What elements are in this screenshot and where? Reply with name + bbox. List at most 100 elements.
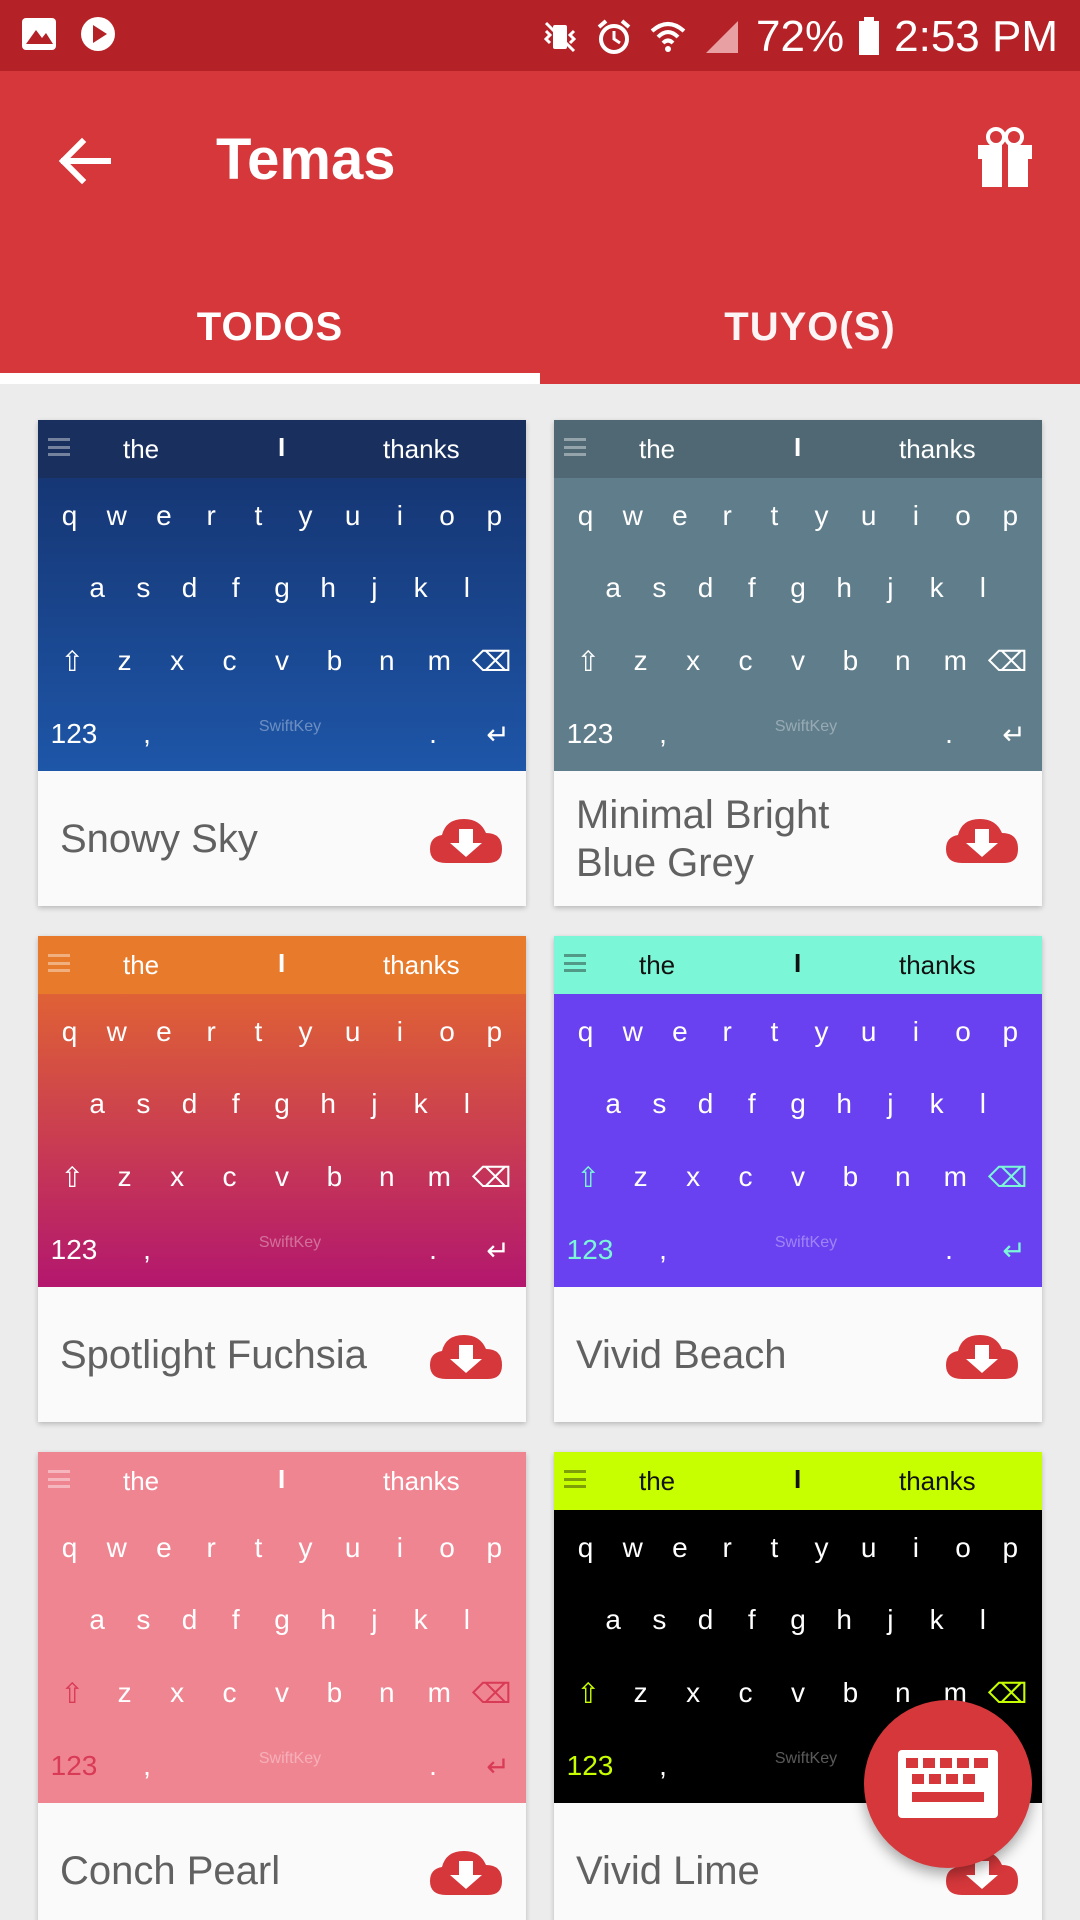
key: c [738,645,753,676]
key: g [790,572,806,603]
key: x [170,1677,185,1708]
key: c [222,1677,237,1708]
shift-icon: ⇧ [60,1678,84,1709]
suggestion-bar: the Ithanks [38,420,526,478]
key: c [222,645,237,676]
cloud-download-icon[interactable] [428,815,504,865]
key: x [686,1677,701,1708]
theme-card[interactable]: the Ithanks q w e r t y u i o p a s d f g h j k l ⇧ z x c v b n m ⌫ 12… [38,936,526,1422]
key: b [326,1161,343,1192]
arrow-left-icon[interactable] [50,126,120,196]
key: l [463,1088,470,1119]
key: h [836,1604,852,1635]
key: w [106,1016,127,1047]
shift-icon: ⇧ [576,1162,600,1193]
theme-card[interactable]: the Ithanks q w e r t y u i o p a s d f g h j k l ⇧ z x c v b n m ⌫ 12… [38,1452,526,1920]
key: c [222,1161,237,1192]
key: a [89,1604,105,1635]
key: u [860,1016,877,1047]
cloud-download-icon[interactable] [944,815,1020,865]
key: o [439,500,455,531]
key: u [860,500,877,531]
key: k [929,1604,944,1635]
cloud-download-icon[interactable] [944,1331,1020,1381]
key: w [106,1532,127,1563]
comma-key: , [659,1750,667,1781]
key: q [577,1016,594,1047]
key-row: asd f gh j k l [554,1088,1042,1120]
key: b [842,645,859,676]
key: l [979,1088,986,1119]
key: h [320,1604,336,1635]
shift-icon: ⇧ [576,1678,600,1709]
key: t [254,1532,263,1563]
key: j [371,1604,378,1635]
key: g [274,1604,290,1635]
tab-todos-label: TODOS [196,305,344,349]
theme-card[interactable]: the Ithanks q w e r t y u i o p a s d f g h j k l ⇧ z x c v b n m ⌫ 12… [554,936,1042,1422]
suggestion-word: I [278,432,286,462]
key: g [790,1088,806,1119]
spacebar-brand: SwiftKey [258,718,322,735]
suggestion-word: thanks [383,950,460,980]
key: y [298,500,313,531]
key: n [379,645,395,676]
cloud-download-icon[interactable] [428,1331,504,1381]
key: e [672,500,688,531]
key: e [156,1016,172,1047]
theme-card[interactable]: the Ithanks q w e r t y u i o p a s d f g h j k l ⇧ z x c v b n m ⌫ 12… [554,420,1042,906]
key: h [320,1088,336,1119]
suggestion-bar: the Ithanks [554,936,1042,994]
key: h [320,572,336,603]
key: p [1002,1532,1019,1563]
key: m [427,645,451,676]
menu-icon [564,1470,586,1488]
tab-tuyos[interactable]: TUYO(S) [540,271,1080,384]
key: e [156,500,172,531]
key-row: asd f gh j k l [38,572,526,604]
key: j [887,572,894,603]
key: w [622,1532,643,1563]
keyboard-fab[interactable] [864,1700,1032,1868]
suggestion-word: I [794,1464,802,1494]
spacebar-brand: SwiftKey [258,1750,322,1767]
key: a [605,1604,621,1635]
spacebar-brand: SwiftKey [774,718,838,735]
key: o [439,1532,455,1563]
key: s [652,572,667,603]
key: o [955,1532,971,1563]
cloud-download-icon[interactable] [428,1847,504,1897]
play-icon [81,17,115,51]
key-row: asd f gh j k l [554,1604,1042,1636]
enter-icon: ↵ [486,1235,510,1266]
spacebar-brand: SwiftKey [258,1234,322,1251]
numbers-key: 123 [566,1234,614,1265]
menu-icon [48,954,70,972]
key: v [790,1161,805,1192]
key: q [577,500,594,531]
keyboard-icon [898,1750,998,1818]
key: r [206,1016,216,1047]
key: y [298,1016,313,1047]
backspace-icon: ⌫ [471,1678,512,1709]
theme-card[interactable]: the Ithanks q w e r t y u i o p a s d f g h j k l ⇧ z x c v b n m ⌫ 12… [38,420,526,906]
key-row: ⇧ z x c v b n m ⌫ [554,645,1042,678]
key: a [89,572,105,603]
key: k [413,572,428,603]
key: v [274,1677,289,1708]
menu-icon [564,954,586,972]
period-key: . [429,1234,437,1265]
theme-name: Spotlight Fuchsia [60,1332,367,1377]
key: w [622,1016,643,1047]
key: e [672,1016,688,1047]
key: b [842,1677,859,1708]
tab-tuyos-label: TUYO(S) [724,305,896,349]
gift-icon[interactable] [970,123,1040,193]
suggestion-word: I [794,432,802,462]
menu-icon [48,438,70,456]
suggestion-word: thanks [899,950,976,980]
key: g [274,572,290,603]
keyboard-preview: the Ithanks q w e r t y u i o p a s d f g h j k l ⇧ z x c v b n m ⌫ 12… [554,936,1042,1287]
tab-todos[interactable]: TODOS [0,271,540,384]
suggestion-word: I [794,948,802,978]
